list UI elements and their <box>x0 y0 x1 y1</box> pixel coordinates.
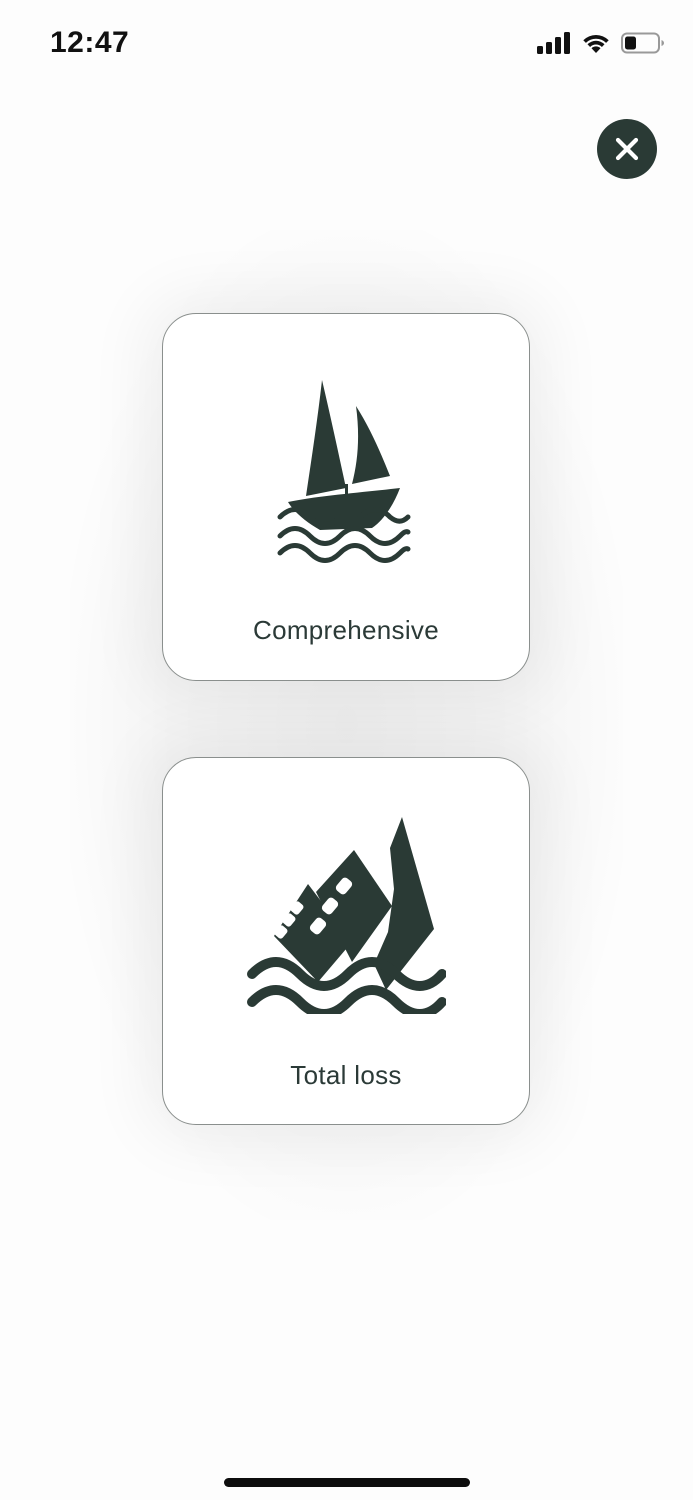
sinking-ship-icon <box>247 817 446 1014</box>
home-indicator <box>224 1478 470 1487</box>
option-label-comprehensive: Comprehensive <box>253 615 439 645</box>
screen: 12:47 Comprehensive Total loss <box>0 0 693 1500</box>
option-label-total-loss: Total loss <box>290 1060 402 1090</box>
status-time: 12:47 <box>50 26 130 59</box>
close-button[interactable] <box>597 119 657 179</box>
status-bar: 12:47 <box>0 0 693 90</box>
close-icon <box>615 137 639 161</box>
status-icons <box>537 28 665 58</box>
cellular-signal-icon <box>537 32 570 54</box>
wifi-icon <box>583 34 609 53</box>
option-card-comprehensive[interactable]: Comprehensive <box>162 313 530 681</box>
battery-icon <box>621 32 664 54</box>
option-card-total-loss[interactable]: Total loss <box>162 757 530 1125</box>
sailboat-icon <box>277 380 411 563</box>
